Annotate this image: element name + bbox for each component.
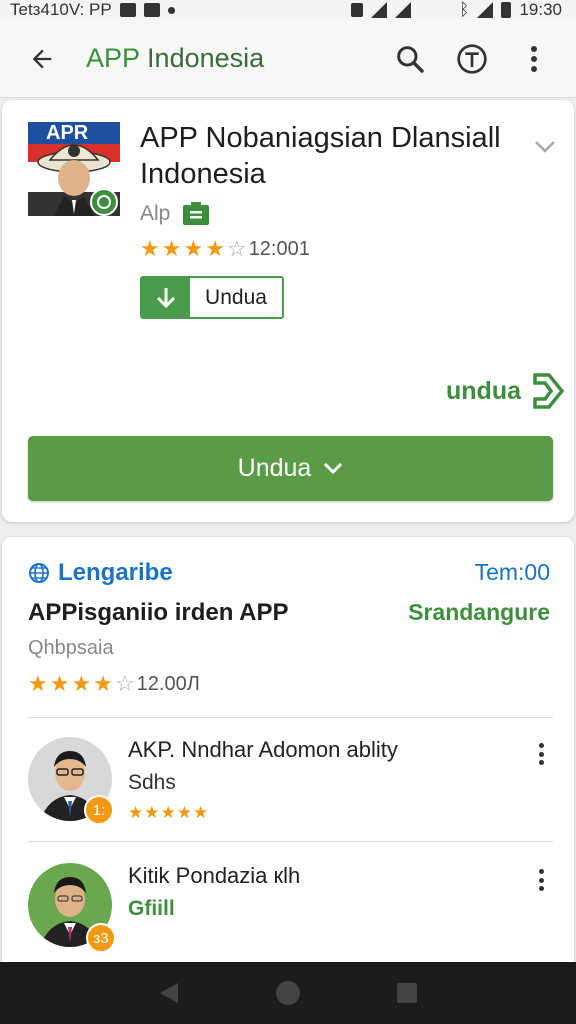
- nav-back-icon: [160, 983, 179, 1003]
- status-bar: Tetз410V: PP ᛒ 19:30: [0, 0, 576, 20]
- more-vert-dot: [538, 886, 544, 891]
- app-logo: APR: [28, 122, 120, 216]
- divider: [28, 717, 553, 718]
- section-rating-count: 12.00Л: [136, 672, 200, 695]
- app-logo-badge: APR: [46, 122, 89, 144]
- install-button-label: Undua: [237, 454, 312, 482]
- star-icon: ★: [183, 236, 204, 261]
- review-stars: ★★★★★: [128, 803, 210, 822]
- install-small-label: Undua: [205, 285, 267, 309]
- status-right: ᛒ 19:30: [351, 0, 562, 20]
- status-left: Tetз410V: PP: [10, 0, 175, 20]
- status-carrier-text: Tetз410V: PP: [10, 0, 112, 19]
- language-card: Lengaribe Tem:00 APPisganiio irden APP S…: [2, 537, 574, 977]
- nav-recents-icon: [396, 983, 417, 1003]
- developer-name: Alp: [140, 202, 171, 225]
- notification-icon: [119, 3, 136, 17]
- star-icon: ★: [49, 671, 70, 696]
- chevron-down-icon: [535, 141, 555, 153]
- avatar-badge: 1:: [84, 795, 114, 825]
- search-button[interactable]: [390, 39, 430, 79]
- review-item[interactable]: 1: AKP. Nndhar Adomon ablity Sdhs ★★★★★: [28, 737, 553, 833]
- time-label: Tem:00: [474, 559, 550, 585]
- star-empty-icon: ☆: [114, 671, 135, 696]
- search-icon: [397, 45, 424, 73]
- bluetooth-icon: ᛒ: [459, 0, 470, 19]
- more-vert-dot: [538, 877, 544, 883]
- back-arrow-icon: [32, 49, 52, 68]
- filter-icon: [457, 43, 487, 74]
- page-title-accent: APP: [86, 43, 140, 73]
- more-options-button[interactable]: [514, 39, 554, 79]
- star-icon: ★: [71, 671, 92, 696]
- section-subtitle: Qhbpsaia: [28, 637, 114, 659]
- dot-icon: [167, 6, 175, 14]
- app-detail-card: APR APP Nobaniagsian Dlansiall Indonesia…: [2, 100, 574, 522]
- nav-home-icon: [275, 981, 300, 1005]
- nav-home-button[interactable]: [268, 973, 308, 1013]
- vibrate-icon: [351, 3, 364, 17]
- app-bar: APP Indonesia: [0, 20, 576, 98]
- battery-icon: [501, 2, 512, 18]
- app-name: APP Nobaniagsian Dlansiall Indonesia: [140, 122, 501, 190]
- download-arrow-icon: [156, 287, 176, 308]
- more-vert-dot: [538, 743, 544, 748]
- avatar-badge: з3: [86, 923, 116, 953]
- collapse-button[interactable]: [534, 140, 556, 159]
- arrow-right-icon: [533, 373, 565, 409]
- section-rating-row: ★ ★ ★ ★ ☆ 12.00Л: [28, 671, 200, 697]
- filter-button[interactable]: [452, 39, 492, 79]
- undua-link[interactable]: undua: [446, 372, 565, 410]
- review-item[interactable]: з3 Kitik Pondazia кlh Gfiill: [28, 863, 553, 959]
- reviewer-subtitle: Gfiill: [128, 897, 175, 920]
- rating-count: 12:001: [248, 237, 310, 260]
- language-label: Lengaribe: [58, 559, 173, 586]
- download-arrow-icon-box: [142, 278, 190, 317]
- page-title-rest: Indonesia: [139, 43, 265, 73]
- page-title: APP Indonesia: [86, 43, 390, 74]
- divider: [28, 841, 553, 842]
- install-small-button[interactable]: Undua: [140, 276, 284, 319]
- more-vert-dot: [538, 869, 544, 874]
- review-more-button[interactable]: [533, 865, 549, 895]
- system-nav-bar: [0, 962, 576, 1024]
- chevron-down-icon: [324, 462, 343, 474]
- more-vert-dot: [538, 751, 544, 757]
- section-title: APPisganiio irden APP: [28, 599, 289, 626]
- language-row[interactable]: Lengaribe: [28, 559, 173, 587]
- reviewer-subtitle: Sdhs: [128, 771, 176, 794]
- star-icon: ★: [161, 236, 182, 261]
- wifi-icon: [371, 2, 388, 18]
- install-button[interactable]: Undua: [28, 436, 553, 501]
- nav-back-button[interactable]: [149, 973, 189, 1013]
- back-button[interactable]: [22, 39, 62, 79]
- undua-link-label: undua: [446, 376, 521, 405]
- status-time: 19:30: [519, 0, 562, 19]
- reviewer-name: Kitik Pondazia кlh: [128, 863, 301, 888]
- nav-recents-button[interactable]: [387, 973, 427, 1013]
- developer-row: Alp: [140, 202, 210, 226]
- badge-icon: [183, 202, 210, 225]
- more-vert-icon: [531, 45, 537, 72]
- globe-icon: [29, 563, 49, 583]
- star-icon: ★: [140, 236, 160, 261]
- check-box-icon: [143, 3, 160, 17]
- section-link[interactable]: Srandangure: [408, 599, 550, 626]
- star-icon: ★: [205, 236, 225, 261]
- signal-icon: [395, 2, 412, 18]
- review-more-button[interactable]: [533, 739, 549, 769]
- star-empty-icon: ☆: [226, 236, 247, 261]
- more-vert-dot: [538, 760, 544, 765]
- star-icon: ★: [93, 671, 113, 696]
- cell-signal-icon: [477, 2, 494, 18]
- rating-row: ★ ★ ★ ★ ☆ 12:001: [140, 236, 310, 262]
- star-icon: ★: [28, 671, 48, 696]
- reviewer-name: AKP. Nndhar Adomon ablity: [128, 737, 398, 762]
